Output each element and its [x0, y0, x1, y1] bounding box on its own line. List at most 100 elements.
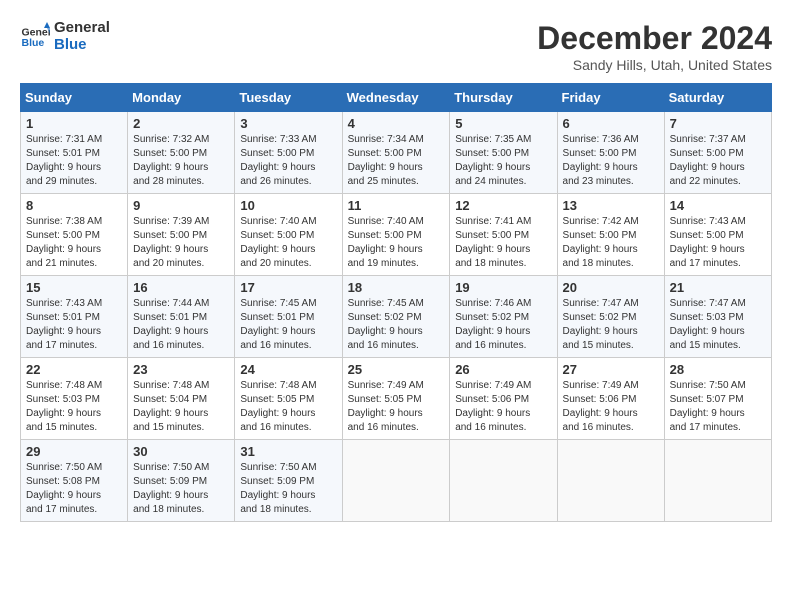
day-number: 26 — [455, 362, 551, 377]
calendar-cell: 7 Sunrise: 7:37 AMSunset: 5:00 PMDaylight… — [664, 112, 771, 194]
calendar-cell: 26 Sunrise: 7:49 AMSunset: 5:06 PMDayligh… — [450, 358, 557, 440]
day-info: Sunrise: 7:50 AMSunset: 5:07 PMDaylight:… — [670, 379, 766, 435]
calendar-cell: 31 Sunrise: 7:50 AMSunset: 5:09 PMDayligh… — [235, 440, 342, 522]
svg-text:Blue: Blue — [22, 37, 45, 49]
calendar-cell: 24 Sunrise: 7:48 AMSunset: 5:05 PMDayligh… — [235, 358, 342, 440]
col-sunday: Sunday — [21, 84, 128, 112]
col-tuesday: Tuesday — [235, 84, 342, 112]
day-number: 25 — [348, 362, 445, 377]
day-info: Sunrise: 7:40 AMSunset: 5:00 PMDaylight:… — [240, 215, 336, 271]
calendar-week-1: 8Sunrise: 7:38 AMSunset: 5:00 PMDaylight… — [21, 194, 772, 276]
day-number: 15 — [26, 280, 122, 295]
day-info: Sunrise: 7:32 AMSunset: 5:00 PMDaylight:… — [133, 133, 229, 189]
day-number: 1 — [26, 116, 122, 131]
col-thursday: Thursday — [450, 84, 557, 112]
day-info: Sunrise: 7:47 AMSunset: 5:02 PMDaylight:… — [563, 297, 659, 353]
calendar-cell: 16 Sunrise: 7:44 AMSunset: 5:01 PMDayligh… — [128, 276, 235, 358]
logo-icon: General Blue — [20, 22, 50, 52]
calendar-cell: 11 Sunrise: 7:40 AMSunset: 5:00 PMDayligh… — [342, 194, 450, 276]
calendar-cell: 2 Sunrise: 7:32 AMSunset: 5:00 PMDaylight… — [128, 112, 235, 194]
day-info: Sunrise: 7:47 AMSunset: 5:03 PMDaylight:… — [670, 297, 766, 353]
month-title: December 2024 — [537, 20, 772, 57]
calendar-week-4: 29Sunrise: 7:50 AMSunset: 5:08 PMDayligh… — [21, 440, 772, 522]
day-number: 8 — [26, 198, 122, 213]
calendar-week-0: 1 Sunrise: 7:31 AMSunset: 5:01 PMDaylight… — [21, 112, 772, 194]
day-number: 6 — [563, 116, 659, 131]
day-info: Sunrise: 7:31 AMSunset: 5:01 PMDaylight:… — [26, 133, 122, 189]
logo-line2: Blue — [54, 37, 110, 54]
day-number: 13 — [563, 198, 659, 213]
col-saturday: Saturday — [664, 84, 771, 112]
day-number: 27 — [563, 362, 659, 377]
day-info: Sunrise: 7:49 AMSunset: 5:06 PMDaylight:… — [563, 379, 659, 435]
day-info: Sunrise: 7:40 AMSunset: 5:00 PMDaylight:… — [348, 215, 445, 271]
calendar-cell: 28 Sunrise: 7:50 AMSunset: 5:07 PMDayligh… — [664, 358, 771, 440]
day-number: 19 — [455, 280, 551, 295]
day-number: 28 — [670, 362, 766, 377]
calendar-cell: 22 Sunrise: 7:48 AMSunset: 5:03 PMDayligh… — [21, 358, 128, 440]
calendar-cell: 15 Sunrise: 7:43 AMSunset: 5:01 PMDayligh… — [21, 276, 128, 358]
calendar-cell: 19Sunrise: 7:46 AMSunset: 5:02 PMDayligh… — [450, 276, 557, 358]
day-info: Sunrise: 7:43 AMSunset: 5:01 PMDaylight:… — [26, 297, 122, 353]
calendar-cell — [450, 440, 557, 522]
calendar-cell: 13 Sunrise: 7:42 AMSunset: 5:00 PMDayligh… — [557, 194, 664, 276]
calendar-cell: 25Sunrise: 7:49 AMSunset: 5:05 PMDayligh… — [342, 358, 450, 440]
col-monday: Monday — [128, 84, 235, 112]
day-info: Sunrise: 7:48 AMSunset: 5:05 PMDaylight:… — [240, 379, 336, 435]
location: Sandy Hills, Utah, United States — [537, 57, 772, 73]
day-number: 11 — [348, 198, 445, 213]
day-number: 20 — [563, 280, 659, 295]
day-number: 7 — [670, 116, 766, 131]
calendar-cell: 10 Sunrise: 7:40 AMSunset: 5:00 PMDayligh… — [235, 194, 342, 276]
day-info: Sunrise: 7:50 AMSunset: 5:09 PMDaylight:… — [240, 461, 336, 517]
title-area: December 2024 Sandy Hills, Utah, United … — [537, 20, 772, 73]
day-info: Sunrise: 7:45 AMSunset: 5:01 PMDaylight:… — [240, 297, 336, 353]
calendar-cell: 6 Sunrise: 7:36 AMSunset: 5:00 PMDaylight… — [557, 112, 664, 194]
day-number: 24 — [240, 362, 336, 377]
day-number: 22 — [26, 362, 122, 377]
day-number: 3 — [240, 116, 336, 131]
calendar-cell — [342, 440, 450, 522]
day-info: Sunrise: 7:37 AMSunset: 5:00 PMDaylight:… — [670, 133, 766, 189]
day-info: Sunrise: 7:34 AMSunset: 5:00 PMDaylight:… — [348, 133, 445, 189]
calendar-cell: 1 Sunrise: 7:31 AMSunset: 5:01 PMDaylight… — [21, 112, 128, 194]
day-number: 21 — [670, 280, 766, 295]
logo: General Blue General Blue — [20, 20, 110, 53]
col-friday: Friday — [557, 84, 664, 112]
day-number: 4 — [348, 116, 445, 131]
calendar-cell: 8Sunrise: 7:38 AMSunset: 5:00 PMDaylight… — [21, 194, 128, 276]
calendar-table: Sunday Monday Tuesday Wednesday Thursday… — [20, 83, 772, 522]
calendar-cell: 18Sunrise: 7:45 AMSunset: 5:02 PMDayligh… — [342, 276, 450, 358]
day-number: 2 — [133, 116, 229, 131]
calendar-cell: 5Sunrise: 7:35 AMSunset: 5:00 PMDaylight… — [450, 112, 557, 194]
day-number: 23 — [133, 362, 229, 377]
calendar-cell: 12 Sunrise: 7:41 AMSunset: 5:00 PMDayligh… — [450, 194, 557, 276]
calendar-cell: 9Sunrise: 7:39 AMSunset: 5:00 PMDaylight… — [128, 194, 235, 276]
day-info: Sunrise: 7:45 AMSunset: 5:02 PMDaylight:… — [348, 297, 445, 353]
day-info: Sunrise: 7:36 AMSunset: 5:00 PMDaylight:… — [563, 133, 659, 189]
day-info: Sunrise: 7:39 AMSunset: 5:00 PMDaylight:… — [133, 215, 229, 271]
day-number: 17 — [240, 280, 336, 295]
day-number: 12 — [455, 198, 551, 213]
day-number: 10 — [240, 198, 336, 213]
day-number: 16 — [133, 280, 229, 295]
calendar-cell: 4 Sunrise: 7:34 AMSunset: 5:00 PMDaylight… — [342, 112, 450, 194]
calendar-week-3: 22 Sunrise: 7:48 AMSunset: 5:03 PMDayligh… — [21, 358, 772, 440]
day-info: Sunrise: 7:35 AMSunset: 5:00 PMDaylight:… — [455, 133, 551, 189]
day-number: 31 — [240, 444, 336, 459]
calendar-cell: 3Sunrise: 7:33 AMSunset: 5:00 PMDaylight… — [235, 112, 342, 194]
day-info: Sunrise: 7:48 AMSunset: 5:04 PMDaylight:… — [133, 379, 229, 435]
calendar-cell — [557, 440, 664, 522]
day-info: Sunrise: 7:48 AMSunset: 5:03 PMDaylight:… — [26, 379, 122, 435]
day-info: Sunrise: 7:41 AMSunset: 5:00 PMDaylight:… — [455, 215, 551, 271]
day-number: 30 — [133, 444, 229, 459]
day-info: Sunrise: 7:49 AMSunset: 5:06 PMDaylight:… — [455, 379, 551, 435]
day-info: Sunrise: 7:42 AMSunset: 5:00 PMDaylight:… — [563, 215, 659, 271]
calendar-cell: 21 Sunrise: 7:47 AMSunset: 5:03 PMDayligh… — [664, 276, 771, 358]
page-header: General Blue General Blue December 2024 … — [20, 20, 772, 73]
day-info: Sunrise: 7:44 AMSunset: 5:01 PMDaylight:… — [133, 297, 229, 353]
col-wednesday: Wednesday — [342, 84, 450, 112]
calendar-cell: 14Sunrise: 7:43 AMSunset: 5:00 PMDayligh… — [664, 194, 771, 276]
day-number: 14 — [670, 198, 766, 213]
calendar-cell: 20 Sunrise: 7:47 AMSunset: 5:02 PMDayligh… — [557, 276, 664, 358]
